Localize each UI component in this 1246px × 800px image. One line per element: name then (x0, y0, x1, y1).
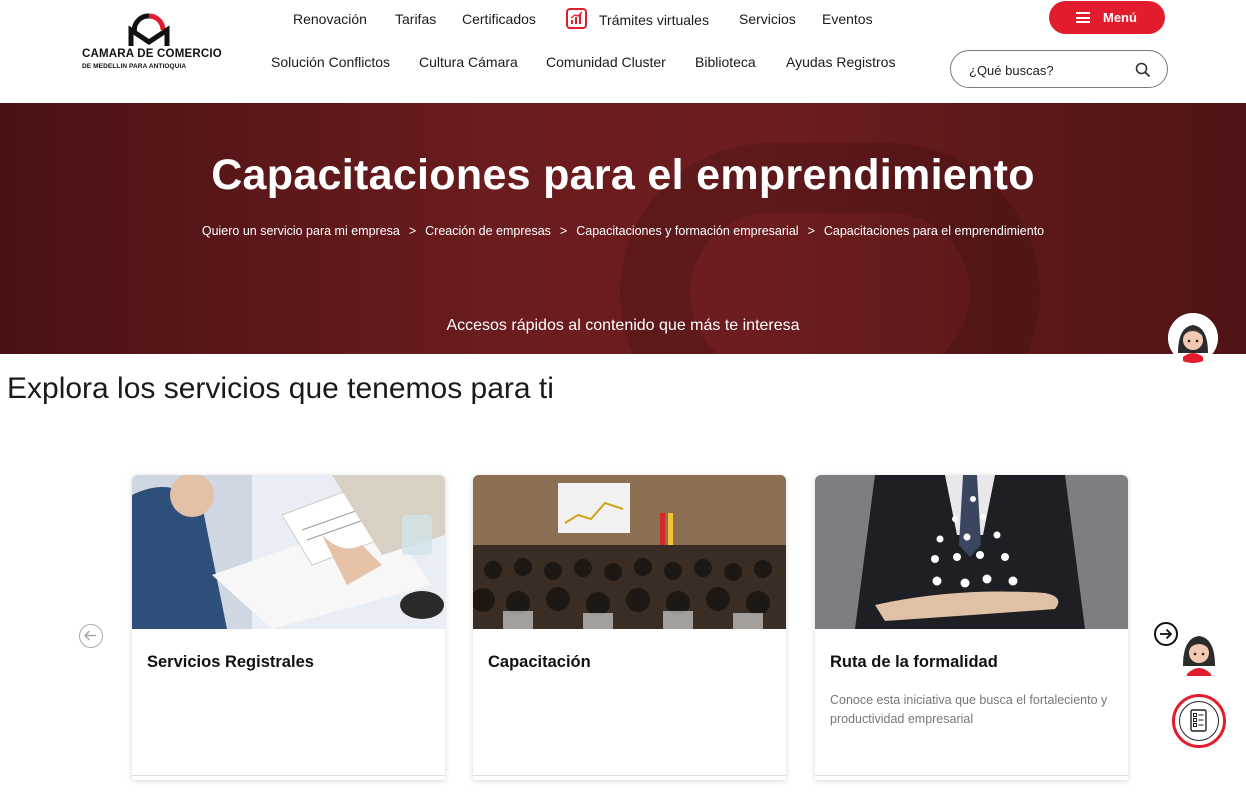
card-divider (473, 775, 786, 776)
search-box[interactable] (950, 50, 1168, 88)
nav-renovacion[interactable]: Renovación (293, 11, 367, 27)
logo[interactable]: CAMARA DE COMERCIO DE MEDELLIN PARA ANTI… (80, 12, 240, 76)
card-image (815, 475, 1128, 629)
breadcrumb-item[interactable]: Quiero un servicio para mi empresa (202, 224, 400, 238)
nav-comunidad-cluster[interactable]: Comunidad Cluster (546, 54, 666, 70)
breadcrumb-current: Capacitaciones para el emprendimiento (823, 224, 1045, 238)
search-input[interactable] (969, 60, 1129, 80)
hero-banner: Capacitaciones para el emprendimiento Qu… (0, 103, 1246, 354)
breadcrumb-separator: > (807, 224, 815, 238)
page-title: Capacitaciones para el emprendimiento (211, 151, 1035, 199)
card-description: Conoce esta iniciativa que busca el fort… (830, 693, 1108, 726)
breadcrumb-separator: > (408, 224, 417, 238)
logo-line1: CAMARA DE COMERCIO (82, 48, 222, 60)
menu-button-label: Menú (1103, 10, 1137, 25)
breadcrumb-item[interactable]: Capacitaciones y formación empresarial (576, 224, 798, 238)
nav-tarifas[interactable]: Tarifas (395, 11, 436, 27)
nav-cultura-camara[interactable]: Cultura Cámara (419, 54, 518, 70)
breadcrumb-separator: > (559, 224, 568, 238)
card-title: Capacitación (488, 653, 591, 671)
card-title: Ruta de la formalidad (830, 653, 998, 671)
card-divider (815, 775, 1128, 776)
assistant-avatar-icon[interactable] (1178, 630, 1220, 676)
quick-access-text: Accesos rápidos al contenido que más te … (446, 317, 800, 334)
breadcrumb-item[interactable]: Creación de empresas (425, 224, 551, 238)
assistant-avatar-icon[interactable] (1168, 313, 1218, 363)
arrow-left-icon (83, 630, 96, 641)
breadcrumb: Quiero un servicio para mi empresa > Creac… (0, 224, 1246, 238)
nav-certificados[interactable]: Certificados (462, 11, 536, 27)
nav-servicios[interactable]: Servicios (739, 11, 796, 27)
logo-mark-icon (128, 13, 170, 46)
card-title: Servicios Registrales (147, 653, 314, 671)
site-header: CAMARA DE COMERCIO DE MEDELLIN PARA ANTI… (0, 0, 1246, 103)
service-card-capacitacion[interactable]: Capacitación (473, 475, 786, 780)
nav-eventos[interactable]: Eventos (822, 11, 873, 27)
service-card-servicios-registrales[interactable]: Servicios Registrales (132, 475, 445, 780)
carousel-next-button[interactable] (1154, 622, 1178, 646)
service-card-ruta-formalidad[interactable]: Ruta de la formalidad Conoce esta inicia… (815, 475, 1128, 780)
logo-line2: DE MEDELLIN PARA ANTIOQUIA (82, 63, 187, 70)
checklist-icon (1179, 701, 1219, 741)
carousel-prev-button[interactable] (79, 624, 103, 648)
checklist-button[interactable] (1172, 694, 1226, 748)
card-divider (132, 775, 445, 776)
arrow-right-icon (1160, 628, 1173, 640)
card-image (132, 475, 445, 629)
section-title: Explora los servicios que tenemos para t… (7, 372, 554, 405)
nav-ayudas-registros[interactable]: Ayudas Registros (786, 54, 895, 70)
nav-tramites-virtuales[interactable]: Trámites virtuales (599, 12, 709, 28)
nav-biblioteca[interactable]: Biblioteca (695, 54, 756, 70)
hamburger-icon (1076, 12, 1090, 23)
card-image (473, 475, 786, 629)
menu-button[interactable]: Menú (1049, 1, 1165, 34)
chart-icon[interactable] (566, 8, 587, 29)
search-icon[interactable] (1134, 61, 1152, 79)
nav-solucion-conflictos[interactable]: Solución Conflictos (271, 54, 390, 70)
